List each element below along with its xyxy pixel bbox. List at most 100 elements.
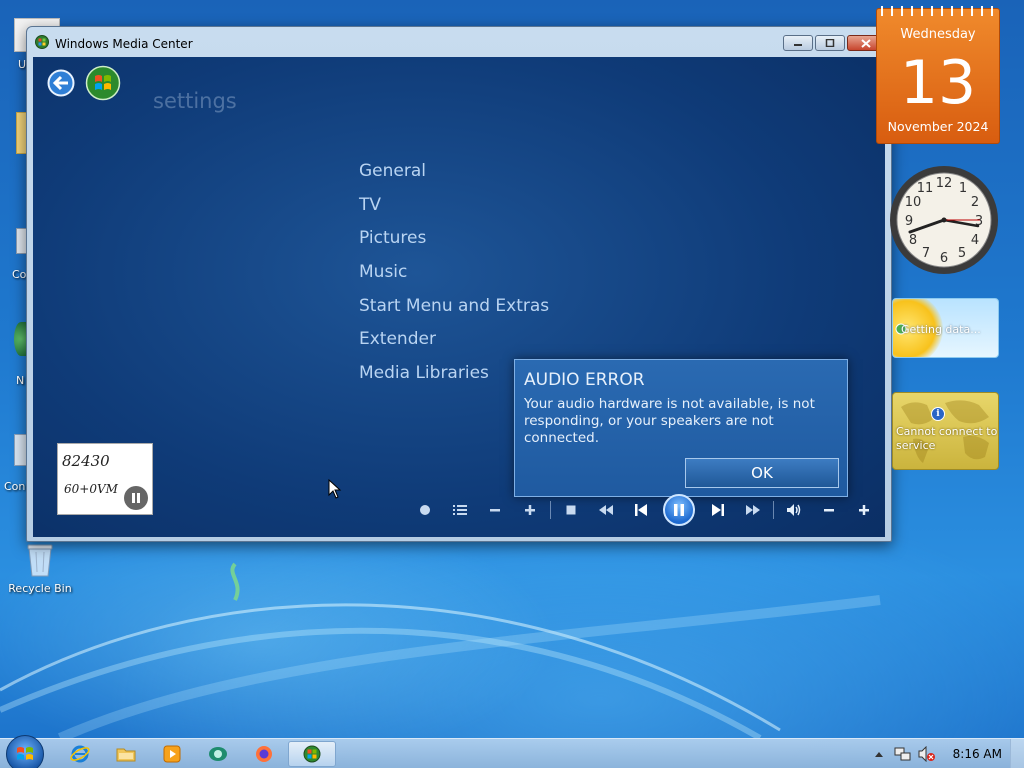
channel-up-icon	[524, 505, 535, 515]
guide-button[interactable]	[442, 494, 477, 526]
guide-icon	[452, 505, 467, 515]
firefox-icon	[256, 746, 272, 762]
taskbar-media-center[interactable]	[288, 741, 336, 767]
media-center-window[interactable]: Windows Media Center settings General TV…	[26, 26, 892, 542]
taskbar-firefox[interactable]	[240, 741, 288, 767]
desktop-icon-label-2: Co	[12, 268, 27, 281]
clock-numeral-9: 9	[905, 214, 913, 229]
menu-item-tv[interactable]: TV	[359, 193, 549, 227]
channel-up-button[interactable]	[512, 494, 547, 526]
calendar-weekday: Wednesday	[900, 27, 976, 42]
record-button[interactable]	[407, 494, 442, 526]
menu-item-music[interactable]: Music	[359, 260, 549, 294]
weather-gadget[interactable]: Getting data...	[892, 298, 999, 358]
file-explorer-icon	[116, 748, 136, 762]
taskbar-internet-explorer[interactable]	[56, 741, 104, 767]
back-arrow-icon[interactable]	[47, 69, 75, 97]
taskbar: 8:16 AM	[0, 735, 1024, 768]
fast-forward-button[interactable]	[735, 494, 770, 526]
clock-gadget[interactable]: 12 1 2 3 4 5 6 7 8 9 10 11	[888, 156, 1000, 284]
feed-gadget[interactable]: i Cannot connect to service	[892, 392, 999, 470]
record-icon	[419, 505, 430, 515]
rewind-button[interactable]	[588, 494, 623, 526]
internet-explorer-icon	[70, 745, 90, 763]
start-button[interactable]	[6, 735, 44, 768]
clock-numeral-12: 12	[936, 176, 953, 191]
menu-item-general[interactable]: General	[359, 159, 549, 193]
skip-back-button[interactable]	[623, 494, 658, 526]
maximize-button[interactable]	[815, 35, 845, 51]
feed-status: Cannot connect to service	[896, 425, 998, 452]
window-title: Windows Media Center	[55, 37, 193, 51]
close-icon	[861, 38, 871, 48]
dialog-message: Your audio hardware is not available, is…	[524, 396, 815, 446]
audio-error-dialog: AUDIO ERROR Your audio hardware is not a…	[514, 359, 848, 497]
media-player-icon	[163, 745, 181, 763]
clock-numeral-6: 6	[940, 251, 948, 266]
volume-muted-icon[interactable]	[918, 746, 936, 762]
clock-numeral-1: 1	[959, 181, 967, 196]
clock-numeral-2: 2	[971, 195, 979, 210]
media-thumbnail[interactable]: 82430 60+0VM	[57, 443, 153, 515]
media-center-icon	[303, 745, 321, 763]
rewind-icon	[598, 505, 613, 515]
volume-down-button[interactable]	[811, 494, 846, 526]
clock-numeral-4: 4	[971, 233, 979, 248]
media-center-content: settings General TV Pictures Music Start…	[33, 57, 885, 537]
skip-back-icon	[634, 504, 647, 516]
maximize-icon	[825, 39, 835, 47]
minimize-button[interactable]	[783, 35, 813, 51]
menu-item-start-menu-and-extras[interactable]: Start Menu and Extras	[359, 294, 549, 328]
mute-icon	[786, 504, 800, 516]
show-hidden-icons-icon[interactable]	[874, 750, 884, 758]
network-icon[interactable]	[894, 746, 912, 762]
window-titlebar[interactable]: Windows Media Center	[27, 27, 891, 57]
system-tray: 8:16 AM	[864, 739, 1024, 768]
pause-button[interactable]	[658, 494, 700, 526]
volume-up-button[interactable]	[846, 494, 881, 526]
clock-numeral-8: 8	[909, 233, 917, 248]
thumbnail-pause-icon	[124, 486, 148, 510]
taskbar-clock[interactable]: 8:16 AM	[953, 747, 1002, 761]
menu-item-extender[interactable]: Extender	[359, 327, 549, 361]
stop-button[interactable]	[553, 494, 588, 526]
media-center-logo-icon[interactable]	[85, 65, 121, 101]
desktop-icon-label-4: Con	[4, 480, 26, 493]
clock-numeral-10: 10	[905, 195, 922, 210]
fast-forward-icon	[745, 505, 760, 515]
channel-down-button[interactable]	[477, 494, 512, 526]
clock-numeral-5: 5	[958, 246, 966, 261]
skip-forward-icon	[711, 504, 724, 516]
volume-up-icon	[858, 505, 869, 515]
taskbar-messenger[interactable]	[194, 741, 242, 767]
pause-icon	[674, 504, 684, 516]
media-center-icon	[35, 35, 49, 49]
mute-button[interactable]	[776, 494, 811, 526]
calendar-rings	[881, 6, 997, 16]
clock-numeral-11: 11	[917, 181, 934, 196]
messenger-icon	[209, 747, 227, 761]
mouse-cursor-icon	[328, 479, 342, 499]
skip-forward-button[interactable]	[700, 494, 735, 526]
calendar-day: 13	[899, 48, 977, 118]
calendar-gadget[interactable]: Wednesday 13 November 2024	[876, 6, 1000, 144]
desktop-icon-label-3: N	[16, 374, 25, 387]
weather-status: Getting data...	[901, 323, 981, 336]
transport-controls	[407, 493, 881, 527]
wallpaper-logo-mark	[230, 562, 240, 601]
wallpaper-swirl	[0, 595, 881, 738]
thumbnail-handwriting-line-1: 82430	[62, 452, 110, 470]
info-icon: i	[931, 407, 945, 421]
menu-item-pictures[interactable]: Pictures	[359, 226, 549, 260]
taskbar-file-explorer[interactable]	[102, 741, 150, 767]
page-title: settings	[153, 89, 237, 113]
thumbnail-handwriting-line-2: 60+0VM	[64, 482, 118, 496]
show-desktop-button[interactable]	[1010, 739, 1024, 768]
minimize-icon	[794, 44, 802, 46]
taskbar-media-player[interactable]	[148, 741, 196, 767]
ok-button[interactable]: OK	[685, 458, 839, 488]
clock-numeral-7: 7	[922, 246, 930, 261]
desktop-icon-label-1: U	[18, 58, 27, 71]
channel-down-icon	[489, 509, 500, 512]
stop-icon	[566, 505, 575, 515]
